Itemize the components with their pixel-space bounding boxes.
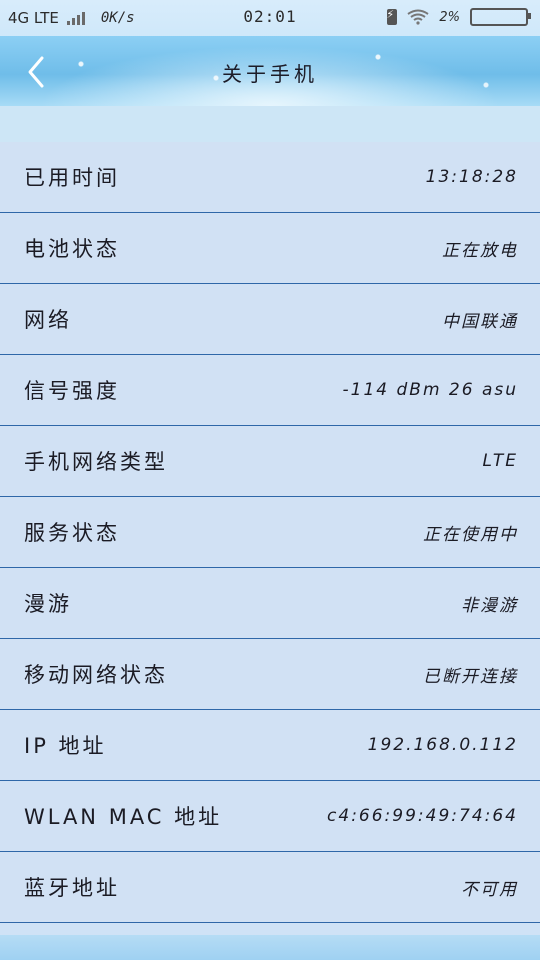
info-row-value: 不可用 xyxy=(461,879,518,900)
battery-icon xyxy=(470,8,531,26)
info-row-label: 移动网络状态 xyxy=(24,663,168,687)
info-row[interactable]: 手机网络类型 LTE xyxy=(0,426,540,497)
info-row[interactable]: 信号强度 -114 dBm 26 asu xyxy=(0,355,540,426)
header-spacer xyxy=(0,106,540,142)
wifi-icon xyxy=(407,9,429,25)
battery-percent: 2% xyxy=(439,9,460,25)
info-row[interactable]: IP 地址 192.168.0.112 xyxy=(0,710,540,781)
info-row-label: 已用时间 xyxy=(24,166,120,190)
info-row[interactable]: 移动网络状态 已断开连接 xyxy=(0,639,540,710)
info-row[interactable]: 漫游 非漫游 xyxy=(0,568,540,639)
app-header: 关于手机 xyxy=(0,36,540,106)
info-row[interactable]: 蓝牙地址 不可用 xyxy=(0,852,540,923)
info-row-label: IP 地址 xyxy=(24,734,107,758)
info-row-value: 正在放电 xyxy=(442,240,518,261)
info-row[interactable]: 服务状态 正在使用中 xyxy=(0,497,540,568)
status-right: 2% xyxy=(386,8,531,26)
info-row-label: 信号强度 xyxy=(24,379,120,403)
info-row-label: 电池状态 xyxy=(24,237,120,261)
info-row[interactable]: 网络 中国联通 xyxy=(0,284,540,355)
charging-icon xyxy=(386,8,398,25)
info-row-value: 非漫游 xyxy=(461,595,518,616)
info-row-label: 蓝牙地址 xyxy=(24,876,120,900)
info-row-value: LTE xyxy=(482,451,518,471)
info-row-value: c4:66:99:49:74:64 xyxy=(327,806,518,826)
info-row-value: 正在使用中 xyxy=(423,524,518,545)
status-bar: 4G LTE 0K/s 02:01 2% xyxy=(0,0,540,36)
info-row-label: 网络 xyxy=(24,308,72,332)
info-row[interactable]: 已用时间 13:18:28 xyxy=(0,142,540,213)
info-row-value: 192.168.0.112 xyxy=(367,735,518,755)
info-row-label: 漫游 xyxy=(24,592,72,616)
info-row-label: 手机网络类型 xyxy=(24,450,168,474)
info-row-value: -114 dBm 26 asu xyxy=(342,380,518,400)
footer-decoration xyxy=(0,935,540,960)
info-row-value: 中国联通 xyxy=(442,311,518,332)
info-row-label: WLAN MAC 地址 xyxy=(24,805,223,829)
info-row[interactable]: WLAN MAC 地址 c4:66:99:49:74:64 xyxy=(0,781,540,852)
phone-info-list: 已用时间 13:18:28 电池状态 正在放电网络 中国联通信号强度 -114 dBm 2… xyxy=(0,142,540,923)
info-row-value: 已断开连接 xyxy=(423,666,518,687)
info-row[interactable]: 电池状态 正在放电 xyxy=(0,213,540,284)
info-row-value: 13:18:28 xyxy=(425,167,518,187)
info-row-label: 服务状态 xyxy=(24,521,120,545)
page-title: 关于手机 xyxy=(222,62,318,86)
